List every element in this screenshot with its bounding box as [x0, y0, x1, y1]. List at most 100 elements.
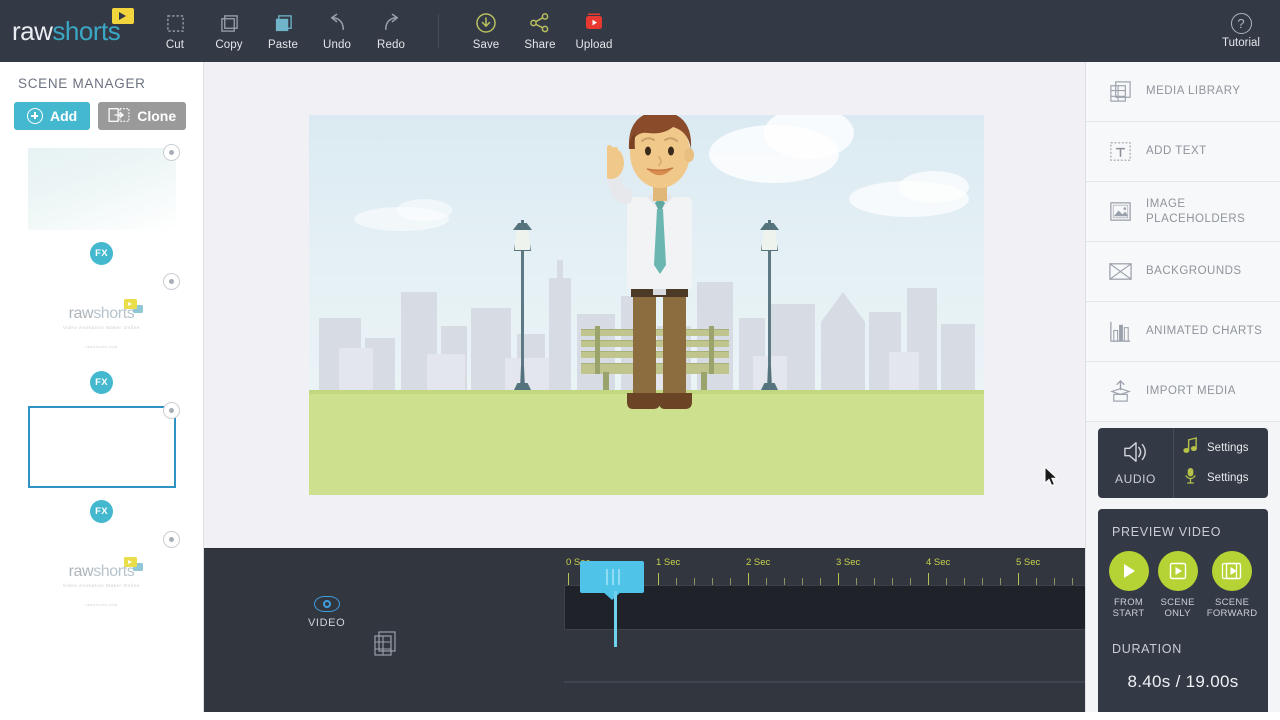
ruler-tick-minor: [1072, 578, 1073, 585]
scene-thumb-image-2[interactable]: rawshorts Video Animation Maker Online r…: [28, 277, 176, 359]
clone-scene-button[interactable]: Clone: [98, 102, 186, 130]
thumb-logo-raw-2: raw: [69, 305, 94, 322]
share-button[interactable]: Share: [513, 0, 567, 62]
paste-button[interactable]: Paste: [256, 0, 310, 62]
upload-button[interactable]: Upload: [567, 0, 621, 62]
timeline-ruler[interactable]: 0 Sec 1 Sec 2 Sec 3 Sec 4 Sec 5 Sec 6 Se…: [564, 557, 1134, 585]
panel-item-media-library[interactable]: MEDIA LIBRARY: [1086, 62, 1280, 122]
ruler-tick-minor: [1054, 578, 1055, 585]
preview-scene-forward-button[interactable]: SCENEFORWARD: [1207, 551, 1258, 620]
eye-icon[interactable]: [314, 596, 340, 612]
scene-thumb-image-4[interactable]: rawshorts Video Animation Maker Online r…: [28, 535, 176, 617]
panel-item-add-text[interactable]: ADD TEXT: [1086, 122, 1280, 182]
toolbar-divider: [438, 14, 439, 48]
logo-text-shorts: shorts: [52, 16, 120, 46]
ruler-tick-minor: [982, 578, 983, 585]
ruler-tick-major: [748, 573, 749, 585]
scene-fx-button-1[interactable]: FX: [90, 242, 113, 265]
animated-charts-icon: [1108, 319, 1133, 344]
add-scene-button[interactable]: Add: [14, 102, 90, 130]
ruler-tick-minor: [694, 578, 695, 585]
microphone-icon: [1183, 467, 1198, 489]
cut-button[interactable]: Cut: [148, 0, 202, 62]
panel-label-import-media: IMPORT MEDIA: [1146, 384, 1236, 398]
paste-label: Paste: [268, 39, 298, 51]
panel-label-add-text: ADD TEXT: [1146, 144, 1207, 158]
save-button[interactable]: Save: [459, 0, 513, 62]
tutorial-button[interactable]: ? Tutorial: [1208, 0, 1274, 62]
clone-icon: [108, 106, 130, 127]
ruler-tick-major: [1018, 573, 1019, 585]
playhead-handle[interactable]: [580, 561, 644, 593]
scene-manager-title: SCENE MANAGER: [0, 62, 203, 91]
scene-fx-button-3[interactable]: FX: [90, 500, 113, 523]
copy-label: Copy: [215, 39, 242, 51]
panel-item-import-media[interactable]: IMPORT MEDIA: [1086, 362, 1280, 422]
scene-thumbnail-4[interactable]: rawshorts Video Animation Maker Online r…: [28, 535, 176, 617]
redo-icon: [381, 11, 402, 35]
cloud-right2-icon: [899, 171, 969, 203]
panel-item-animated-charts[interactable]: ANIMATED CHARTS: [1086, 302, 1280, 362]
media-library-icon: [1108, 79, 1133, 104]
ruler-tick-minor: [856, 578, 857, 585]
ruler-tick-minor: [766, 578, 767, 585]
thumb-logo-tagline-4: Video Animation Maker Online: [28, 583, 176, 588]
image-placeholder-icon: [1108, 199, 1133, 224]
scene-thumbnail-1[interactable]: [28, 148, 176, 230]
video-track-header[interactable]: VIDEO: [308, 596, 345, 629]
scene-thumbnail-3-selected[interactable]: [28, 406, 176, 488]
scene-settings-icon-3[interactable]: [163, 402, 180, 419]
preview-video-panel: PREVIEW VIDEO FROMSTART: [1098, 509, 1268, 720]
scene-fx-button-2[interactable]: FX: [90, 371, 113, 394]
ruler-tick-major: [838, 573, 839, 585]
preview-scene-only-button[interactable]: SCENEONLY: [1158, 551, 1198, 620]
scene-thumbnail-2[interactable]: rawshorts Video Animation Maker Online r…: [28, 277, 176, 359]
paste-icon: [274, 11, 293, 35]
speaker-icon: [1122, 440, 1150, 469]
undo-button[interactable]: Undo: [310, 0, 364, 62]
preview-scene-only-label: SCENEONLY: [1161, 597, 1195, 620]
scene-settings-icon-2[interactable]: [163, 273, 180, 290]
tutorial-label: Tutorial: [1222, 37, 1260, 49]
asset-panel: MEDIA LIBRARY ADD TEXT IMAGE PLACEHO: [1085, 62, 1280, 712]
upload-label: Upload: [575, 39, 612, 51]
redo-button[interactable]: Redo: [364, 0, 418, 62]
rawshorts-editor-window: rawshorts Cut Copy: [0, 0, 1280, 720]
timeline-panel[interactable]: 0 Sec 1 Sec 2 Sec 3 Sec 4 Sec 5 Sec 6 Se…: [204, 548, 1085, 712]
redo-label: Redo: [377, 39, 405, 51]
panel-label-image-placeholders: IMAGE PLACEHOLDERS: [1146, 197, 1280, 226]
ruler-tick-minor: [1036, 578, 1037, 585]
edit-tools-group: Cut Copy Paste: [148, 0, 621, 62]
music-note-icon: [1183, 437, 1198, 459]
panel-item-image-placeholders[interactable]: IMAGE PLACEHOLDERS: [1086, 182, 1280, 242]
youtube-upload-icon: [583, 11, 605, 35]
music-settings-row[interactable]: Settings: [1183, 437, 1268, 459]
scene-settings-icon-1[interactable]: [163, 144, 180, 161]
thumb-logo-tagline-2: Video Animation Maker Online: [28, 325, 176, 330]
top-toolbar: rawshorts Cut Copy: [0, 0, 1280, 62]
ruler-tick-minor: [910, 578, 911, 585]
canvas-workspace[interactable]: [204, 62, 1085, 548]
duration-value: 8.40s / 19.00s: [1098, 656, 1268, 692]
mic-settings-row[interactable]: Settings: [1183, 467, 1268, 489]
scene-canvas[interactable]: [309, 115, 984, 495]
scene-settings-icon-4[interactable]: [163, 531, 180, 548]
question-mark-circle-icon: ?: [1231, 13, 1252, 34]
film-strip-icon[interactable]: [372, 630, 398, 658]
copy-button[interactable]: Copy: [202, 0, 256, 62]
play-icon: [1109, 551, 1149, 591]
ruler-tick-minor: [802, 578, 803, 585]
backgrounds-icon: [1108, 259, 1133, 284]
app-logo[interactable]: rawshorts: [0, 0, 148, 62]
panel-item-backgrounds[interactable]: BACKGROUNDS: [1086, 242, 1280, 302]
ruler-label-4: 4 Sec: [926, 557, 950, 568]
preview-from-start-button[interactable]: FROMSTART: [1109, 551, 1149, 620]
logo-text-raw: raw: [12, 16, 52, 46]
timeline-track-video[interactable]: [564, 585, 1134, 630]
audio-main[interactable]: AUDIO: [1098, 428, 1174, 498]
scene-thumb-logo-4: rawshorts Video Animation Maker Online r…: [28, 563, 176, 607]
scene-thumb-image-3[interactable]: [28, 406, 176, 488]
logo-speech-bubble-play-icon: [112, 8, 134, 24]
scene-thumb-image-1[interactable]: [28, 148, 176, 230]
panel-label-backgrounds: BACKGROUNDS: [1146, 264, 1242, 278]
